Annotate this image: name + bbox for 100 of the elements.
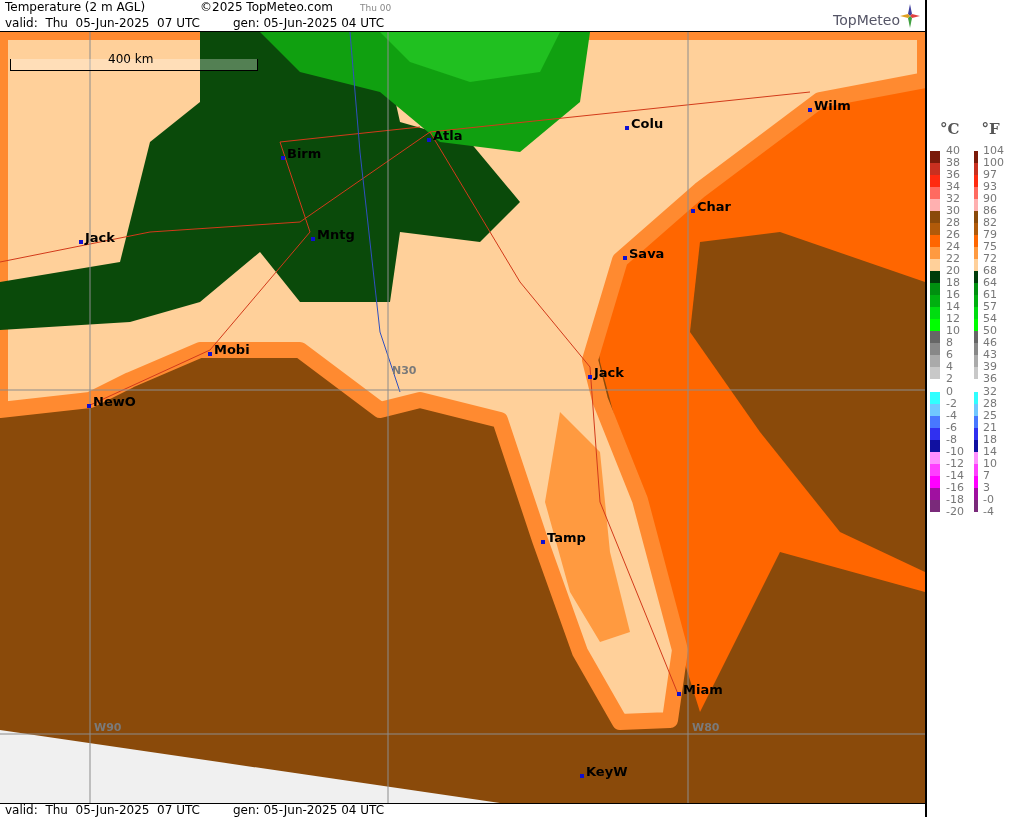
celsius-tick-label: 38 <box>946 156 961 169</box>
celsius-tick-label: -4 <box>946 409 958 422</box>
celsius-tick-label: 24 <box>946 240 961 253</box>
fahrenheit-tick-label: 93 <box>983 180 998 193</box>
celsius-tick-label: 36 <box>946 168 961 181</box>
celsius-tick-label: 22 <box>946 252 961 265</box>
celsius-tick-label: -16 <box>946 481 965 494</box>
celsius-tick-label: 10 <box>946 324 961 337</box>
city-label: Sava <box>629 247 665 261</box>
celsius-tick-label: 30 <box>946 204 961 217</box>
city-label: Atla <box>433 129 463 143</box>
fahrenheit-tick-label: 72 <box>983 252 998 265</box>
fahrenheit-tick-label: 104 <box>983 144 1004 157</box>
city-label: Char <box>697 200 731 214</box>
city-marker <box>588 375 592 379</box>
fahrenheit-tick-label: 7 <box>983 469 991 482</box>
fahrenheit-tick-label: 10 <box>983 457 997 470</box>
city-marker <box>623 256 627 260</box>
scale-label: 400 km <box>108 52 154 66</box>
city-marker <box>677 692 681 696</box>
fahrenheit-tick-label: 3 <box>983 481 991 494</box>
celsius-tick-label: 16 <box>946 288 961 301</box>
fahrenheit-tick-label: 50 <box>983 324 998 337</box>
grid-label: W90 <box>94 722 122 734</box>
city-marker <box>281 156 285 160</box>
fahrenheit-tick-label: 28 <box>983 397 997 410</box>
generated-time: gen: 05-Jun-2025 04 UTC <box>233 16 385 31</box>
fahrenheit-tick-label: 75 <box>983 240 998 253</box>
city-label: Jack <box>594 366 624 380</box>
copyright-text: ©2025 TopMeteo.com <box>200 0 334 15</box>
fahrenheit-tick-label: 57 <box>983 300 998 313</box>
fahrenheit-tick-label: 100 <box>983 156 1004 169</box>
generated-time: gen: 05-Jun-2025 04 UTC <box>233 804 385 817</box>
celsius-tick-label: -10 <box>946 445 965 458</box>
city-label: Tamp <box>547 531 586 545</box>
city-label: KeyW <box>586 765 628 779</box>
celsius-tick-label: 0 <box>946 385 954 398</box>
celsius-tick-label: 20 <box>946 264 961 277</box>
fahrenheit-tick-label: 64 <box>983 276 998 289</box>
celsius-tick-label: -18 <box>946 493 965 506</box>
chart-title: Temperature (2 m AGL) <box>5 0 147 15</box>
city-marker <box>311 237 315 241</box>
fahrenheit-unit: °F <box>981 119 1000 140</box>
valid-time: valid: Thu 05-Jun-2025 07 UTC <box>5 804 201 817</box>
city-marker <box>208 352 212 356</box>
city-label: Mobi <box>214 343 250 357</box>
fahrenheit-tick-label: 21 <box>983 421 997 434</box>
celsius-unit: °C <box>940 119 960 140</box>
celsius-tick-label: -14 <box>946 469 965 482</box>
run-label: Thu 00 <box>360 2 392 15</box>
celsius-tick-label: 4 <box>946 360 954 373</box>
grid-label: W80 <box>692 722 720 734</box>
city-marker <box>808 108 812 112</box>
fahrenheit-tick-label: 36 <box>983 372 998 385</box>
valid-time: valid: Thu 05-Jun-2025 07 UTC <box>5 16 201 31</box>
celsius-tick-label: 6 <box>946 348 954 361</box>
city-marker <box>580 774 584 778</box>
city-label: Mntg <box>317 228 355 242</box>
city-marker <box>427 138 431 142</box>
city-marker <box>79 240 83 244</box>
celsius-tick-label: 12 <box>946 312 961 325</box>
celsius-tick-label: 14 <box>946 300 961 313</box>
city-label: Jack <box>85 231 115 245</box>
fahrenheit-tick-label: 14 <box>983 445 997 458</box>
fahrenheit-tick-label: 39 <box>983 360 998 373</box>
fahrenheit-tick-label: 43 <box>983 348 998 361</box>
celsius-tick-label: 2 <box>946 372 954 385</box>
celsius-tick-label: 26 <box>946 228 961 241</box>
fahrenheit-tick-label: 46 <box>983 336 998 349</box>
fahrenheit-tick-label: 68 <box>983 264 998 277</box>
logo-text: TopMeteo <box>833 12 900 28</box>
celsius-tick-label: -8 <box>946 433 958 446</box>
city-marker <box>87 404 91 408</box>
celsius-tick-label: 32 <box>946 192 961 205</box>
fahrenheit-tick-label: -4 <box>983 505 995 518</box>
celsius-tick-label: -20 <box>946 505 965 518</box>
celsius-tick-label: -12 <box>946 457 965 470</box>
fahrenheit-tick-label: 90 <box>983 192 998 205</box>
fahrenheit-tick-label: 61 <box>983 288 998 301</box>
fahrenheit-tick-label: 86 <box>983 204 998 217</box>
city-marker <box>625 126 629 130</box>
compass-star-icon <box>900 4 920 28</box>
fahrenheit-tick-label: -0 <box>983 493 995 506</box>
city-label: Birm <box>287 147 322 161</box>
fahrenheit-tick-label: 82 <box>983 216 998 229</box>
celsius-tick-label: 18 <box>946 276 961 289</box>
city-label: Wilm <box>814 99 851 113</box>
fahrenheit-tick-label: 79 <box>983 228 998 241</box>
city-label: Colu <box>631 117 664 131</box>
fahrenheit-tick-label: 97 <box>983 168 998 181</box>
celsius-tick-label: 40 <box>946 144 961 157</box>
city-marker <box>541 540 545 544</box>
city-marker <box>691 209 695 213</box>
fahrenheit-tick-label: 54 <box>983 312 998 325</box>
grid-label: N30 <box>392 365 417 377</box>
celsius-tick-label: 8 <box>946 336 954 349</box>
celsius-tick-label: 28 <box>946 216 961 229</box>
fahrenheit-tick-label: 18 <box>983 433 997 446</box>
fahrenheit-tick-label: 32 <box>983 385 997 398</box>
celsius-tick-label: -6 <box>946 421 958 434</box>
